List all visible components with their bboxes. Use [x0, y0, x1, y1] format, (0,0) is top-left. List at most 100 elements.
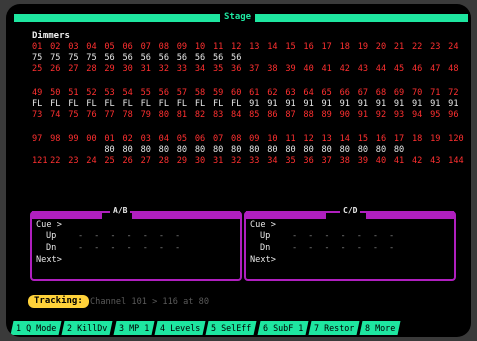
channel-number-row: 121 22 23 24 25 26 27 28 29 30 31 32 33 34 35 36 37 38 39 4… [32, 156, 466, 167]
channel-number: 02 [122, 134, 133, 144]
channel-number: 40 [375, 156, 387, 166]
channel-number: 58 [194, 88, 206, 98]
channel-level: FL [50, 99, 61, 109]
channel-number: 17 [393, 134, 405, 144]
channel-number: 63 [285, 88, 296, 98]
channel-number: 33 [249, 156, 260, 166]
channel-number: 11 [285, 134, 296, 144]
level-row: 80 80 80 80 80 80 80 80 80 80 80 80 80 80 80 80 80 [32, 145, 466, 156]
channel-number: 80 [158, 110, 170, 120]
channel-level [430, 53, 448, 64]
channel-number: 27 [68, 64, 79, 74]
channel-number: 85 [249, 110, 260, 120]
channel-number: 43 [430, 156, 441, 166]
channel-number: 91 [357, 110, 369, 120]
channel-level: FL [212, 99, 224, 109]
channel-number: 46 [411, 64, 423, 74]
channel-number: 82 [194, 110, 206, 120]
channel-number: 28 [86, 64, 97, 74]
channel-level: 80 [122, 145, 133, 155]
channel-level: 91 [303, 99, 314, 109]
channel-level [303, 53, 321, 64]
channel-number: 32 [231, 156, 242, 166]
channel-number: 89 [321, 110, 332, 120]
channel-number: 57 [176, 88, 188, 98]
channel-level: 80 [194, 145, 206, 155]
channel-level: FL [158, 99, 170, 109]
channel-number: 96 [448, 110, 459, 120]
channel-level: 80 [158, 145, 170, 155]
channel-number: 07 [212, 134, 224, 144]
channel-number: 12 [231, 42, 242, 52]
channel-number: 09 [176, 42, 188, 52]
command-line[interactable]: Channel 101 > 116 at 80 [90, 296, 209, 308]
channel-number: 71 [430, 88, 441, 98]
channel-number: 144 [448, 156, 464, 166]
channel-number: 12 [303, 134, 314, 144]
softkey-levels[interactable]: 4 Levels [154, 321, 206, 335]
channel-level: 91 [321, 99, 332, 109]
channel-level: 80 [303, 145, 314, 155]
channel-level: FL [231, 99, 242, 109]
up-time-field: ------- [292, 231, 406, 241]
channel-number: 55 [140, 88, 151, 98]
channel-number: 36 [231, 64, 242, 74]
channel-number: 07 [140, 42, 151, 52]
channel-level [285, 53, 303, 64]
channel-number: 06 [194, 134, 206, 144]
channel-number: 44 [375, 64, 387, 74]
softkey-restor[interactable]: 7 Restor [308, 321, 360, 335]
channel-number: 14 [267, 42, 278, 52]
channel-number: 30 [122, 64, 133, 74]
channel-number: 98 [50, 134, 61, 144]
channel-level [322, 53, 340, 64]
channel-number: 10 [194, 42, 206, 52]
channel-number-row: 97 98 99 00 01 02 03 04 05 06 07 08 09 10 11 12 13 14 15 16… [32, 134, 466, 145]
channel-number: 33 [176, 64, 188, 74]
channel-number: 04 [158, 134, 170, 144]
fader-panel-ab: A/B Cue > Up ------- Dn ------- Next> [30, 206, 242, 281]
channel-number: 53 [104, 88, 115, 98]
channel-number: 16 [375, 134, 387, 144]
channel-level: 91 [339, 99, 350, 109]
channel-number: 16 [303, 42, 314, 52]
channel-level: 56 [122, 53, 133, 63]
channel-number: 75 [68, 110, 79, 120]
channel-number: 60 [231, 88, 242, 98]
channel-number: 51 [68, 88, 79, 98]
channel-level: 80 [140, 145, 151, 155]
channel-level: 80 [231, 145, 242, 155]
channel-number: 121 [32, 156, 48, 166]
softkey-subf1[interactable]: 6 SubF 1 [257, 321, 309, 335]
channel-level: 56 [158, 53, 170, 63]
channel-number-row: 25 26 27 28 29 30 31 32 33 34 35 36 37 38 39 40 41 42 43 44… [32, 64, 466, 75]
softkey-q-mode[interactable]: 1 Q Mode [10, 321, 62, 335]
channel-number: 40 [303, 64, 314, 74]
channel-level: 80 [176, 145, 188, 155]
channel-number: 23 [430, 42, 441, 52]
channel-number: 11 [212, 42, 224, 52]
channel-number-row: 01 02 03 04 05 06 07 08 09 10 11 12 13 14 15 16 17 18 19 20… [32, 42, 466, 53]
softkey-mp1[interactable]: 3 MP 1 [113, 321, 155, 335]
channel-level [448, 145, 466, 156]
channel-number: 83 [212, 110, 224, 120]
channel-level: 91 [249, 99, 260, 109]
channel-number: 48 [448, 64, 459, 74]
panel-title-ab: A/B [110, 206, 131, 215]
console-screen: Stage Dimmers 01 02 03 04 05 06 07 08 09 10 11 12 13… [6, 4, 471, 337]
cue-label: Cue > [36, 220, 62, 230]
channel-level: 56 [104, 53, 115, 63]
channel-number: 65 [321, 88, 332, 98]
softkey-killdv[interactable]: 2 KillDv [61, 321, 114, 335]
channel-level: FL [122, 99, 133, 109]
channel-number: 66 [339, 88, 350, 98]
channel-number: 39 [285, 64, 296, 74]
level-row: FL FL FL FL FL FL FL FL FL FL FL FL 91 91 91 91 91 91 91 91… [32, 99, 466, 110]
channel-level: 80 [249, 145, 260, 155]
softkey-more[interactable]: 8 More [359, 321, 402, 335]
channel-number: 10 [267, 134, 278, 144]
up-label: Up [260, 231, 271, 241]
channel-number: 25 [32, 64, 43, 74]
channel-number: 64 [303, 88, 314, 98]
softkey-seleff[interactable]: 5 SelEff [205, 321, 258, 335]
